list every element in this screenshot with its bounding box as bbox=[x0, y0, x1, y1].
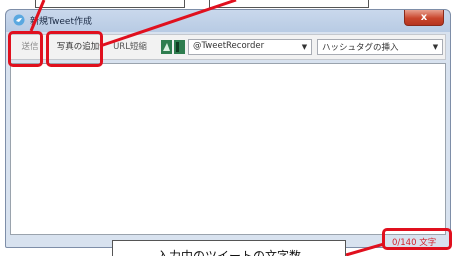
top-callout-left bbox=[35, 0, 185, 8]
account-select[interactable]: @TweetRecorder ▼ bbox=[188, 39, 312, 55]
bottom-callout: 入力中のツイートの文字数 bbox=[112, 240, 346, 256]
chevron-down-icon: ▼ bbox=[432, 43, 439, 51]
chevron-down-icon: ▼ bbox=[301, 43, 308, 51]
hashtag-select-value: ハッシュタグの挿入 bbox=[322, 43, 399, 53]
shorten-url-button[interactable]: URL短縮 bbox=[109, 39, 151, 55]
account-avatar-icon bbox=[161, 40, 185, 54]
window-title: 新規Tweet作成 bbox=[30, 17, 92, 27]
hashtag-select[interactable]: ハッシュタグの挿入 ▼ bbox=[317, 39, 443, 55]
tweet-input[interactable] bbox=[10, 63, 446, 235]
twitter-bird-icon bbox=[13, 14, 25, 26]
screenshot-stage: 新規Tweet作成 x 送信 写真の追加 URL短縮 @TweetRecorde… bbox=[0, 0, 456, 256]
close-button[interactable]: x bbox=[404, 10, 444, 26]
send-button-highlight bbox=[8, 31, 43, 67]
title-bar: 新規Tweet作成 x bbox=[6, 10, 450, 31]
add-photo-button-highlight bbox=[46, 31, 103, 67]
account-select-value: @TweetRecorder bbox=[193, 41, 265, 51]
counter-highlight bbox=[382, 228, 452, 250]
top-callout-right bbox=[209, 0, 369, 8]
